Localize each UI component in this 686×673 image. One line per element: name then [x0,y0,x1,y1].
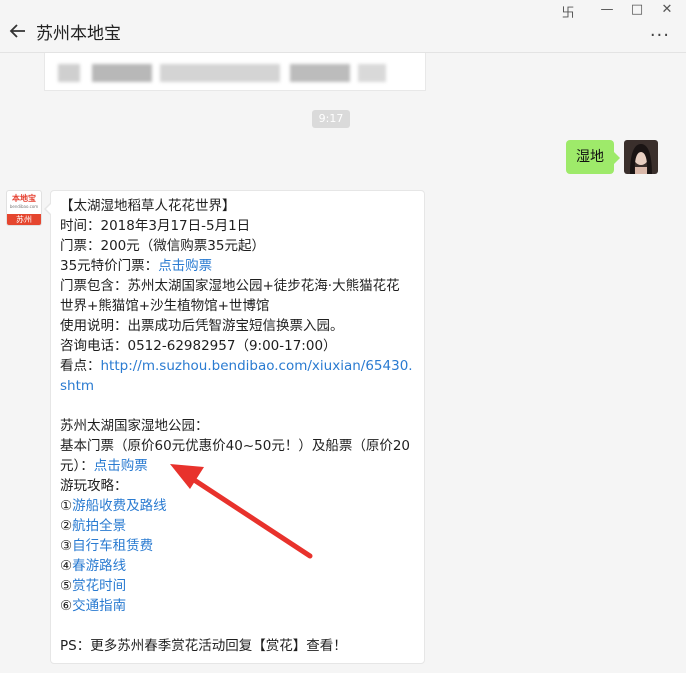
red-arrow-annotation [170,464,313,559]
